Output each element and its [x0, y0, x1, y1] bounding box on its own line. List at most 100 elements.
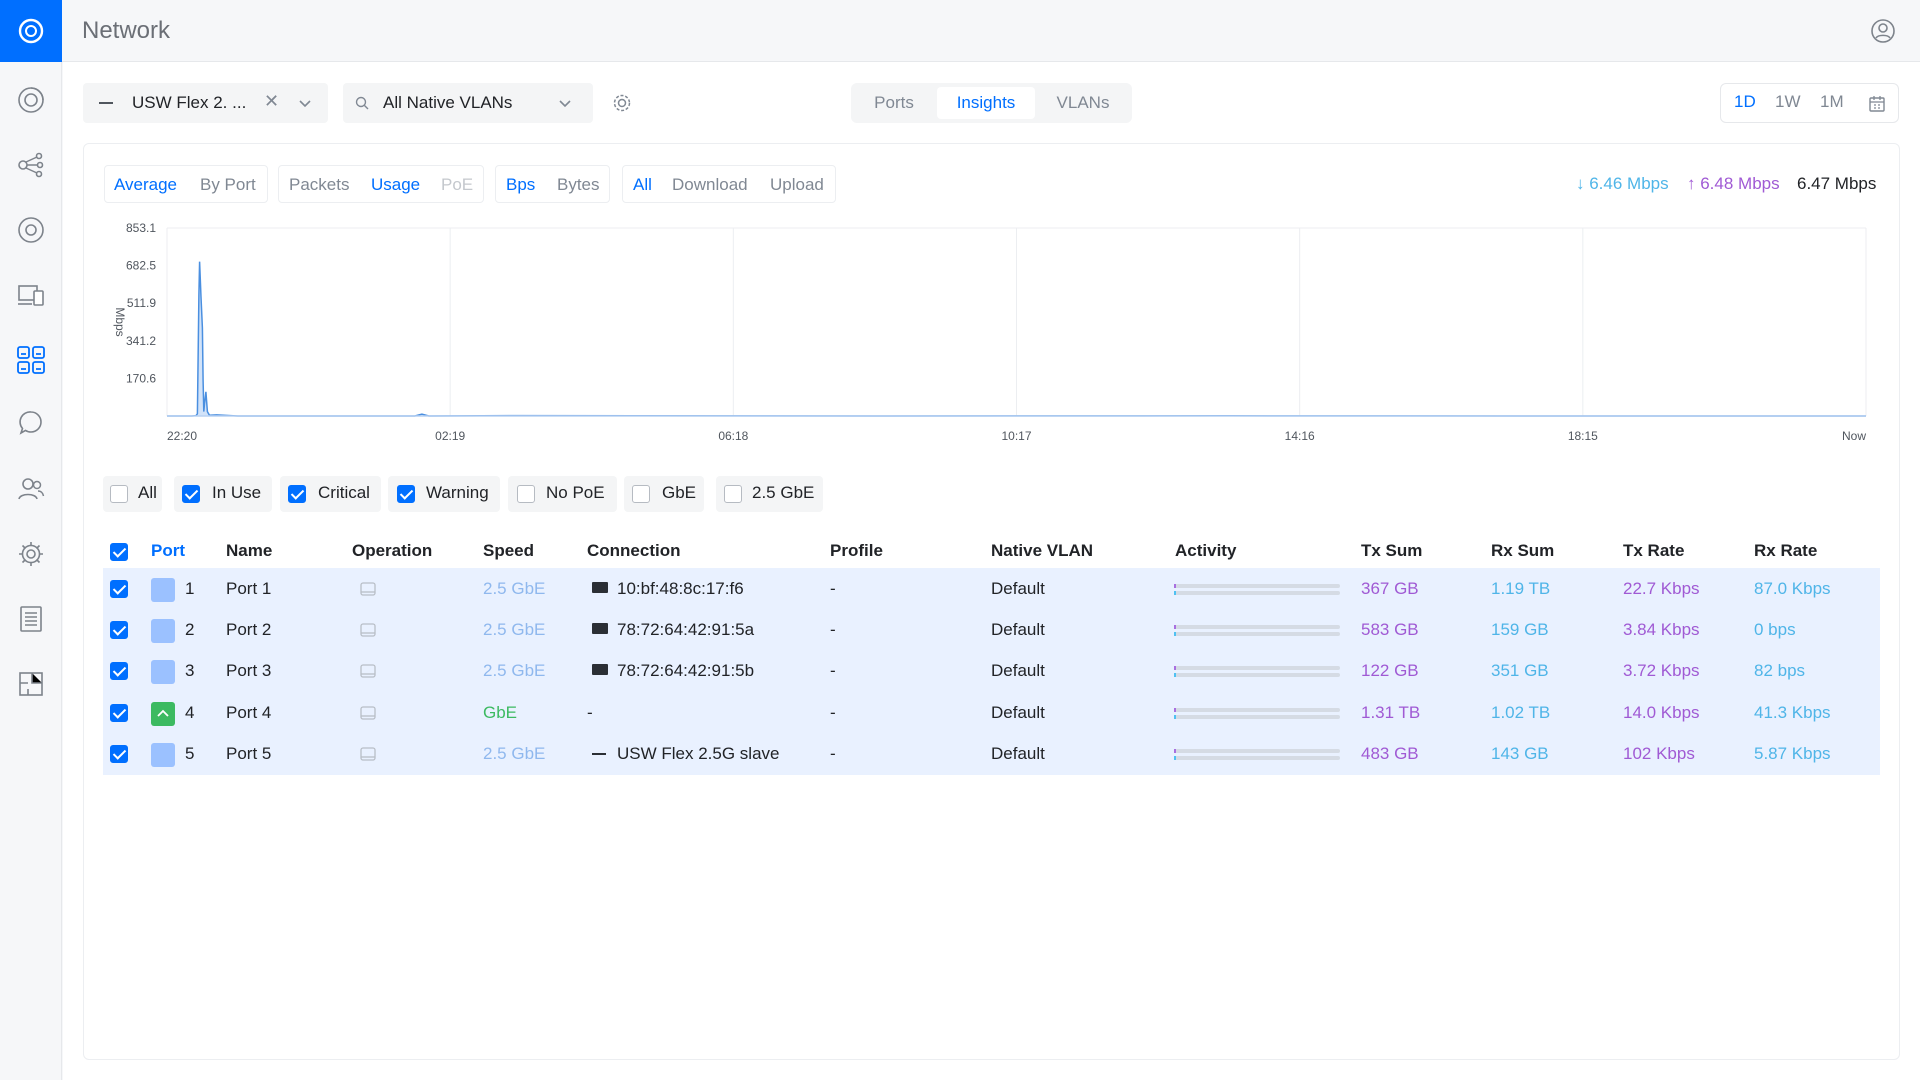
device-select[interactable]: USW Flex 2. ... ✕	[83, 83, 328, 123]
select-all-checkbox[interactable]	[110, 543, 128, 561]
filter-critical[interactable]: Critical	[280, 476, 381, 512]
logs-icon[interactable]	[15, 603, 47, 635]
settings-icon[interactable]	[15, 538, 47, 570]
filter-no-poe[interactable]: No PoE	[508, 476, 617, 512]
ports-icon[interactable]	[15, 344, 47, 376]
y-tick-label: 682.5	[126, 259, 156, 273]
row-checkbox[interactable]	[110, 621, 128, 639]
table-row[interactable]: 1 Port 1 2.5 GbE 10:bf:48:8c:17:f6 - Default 3…	[103, 568, 1880, 610]
users-icon[interactable]	[15, 473, 47, 505]
vlan-select[interactable]: All Native VLANs	[343, 83, 593, 123]
unit-toggle: Bps Bytes	[495, 165, 610, 203]
column-port[interactable]: Port	[151, 541, 185, 561]
column-native-vlan[interactable]: Native VLAN	[991, 541, 1093, 561]
table-row[interactable]: 3 Port 3 2.5 GbE 78:72:64:42:91:5b - Default 1…	[103, 650, 1880, 692]
total-rate: 6.47 Mbps	[1797, 174, 1877, 193]
column-rx-sum[interactable]: Rx Sum	[1491, 541, 1554, 561]
clear-device-icon[interactable]: ✕	[264, 91, 279, 112]
row-checkbox[interactable]	[110, 704, 128, 722]
filter-all[interactable]: All	[103, 476, 162, 512]
port-number: 3	[185, 661, 195, 680]
range-1m[interactable]: 1M	[1820, 92, 1844, 112]
filter-all-checkbox[interactable]	[110, 485, 128, 503]
toggle-by-port[interactable]: By Port	[200, 175, 256, 195]
y-axis-label: Mbps	[113, 307, 127, 336]
port-rx-sum: 1.19 TB	[1491, 579, 1551, 598]
row-checkbox[interactable]	[110, 662, 128, 680]
tab-vlans[interactable]: VLANs	[1039, 87, 1127, 119]
port-profile: -	[830, 661, 836, 680]
port-speed: 2.5 GbE	[483, 620, 546, 639]
port-number: 5	[185, 744, 195, 763]
gear-icon[interactable]	[610, 91, 634, 115]
filter-critical-checkbox[interactable]	[288, 485, 306, 503]
toggle-bps[interactable]: Bps	[506, 175, 535, 195]
activity-bar	[1174, 747, 1340, 761]
column-rx-rate[interactable]: Rx Rate	[1754, 541, 1817, 561]
y-tick-label: 170.6	[126, 371, 156, 385]
filter-gbe[interactable]: GbE	[624, 476, 704, 512]
toggle-average[interactable]: Average	[114, 175, 177, 195]
chevron-down-icon	[299, 100, 311, 108]
filter-in-use[interactable]: In Use	[174, 476, 272, 512]
filter-gbe-checkbox[interactable]	[632, 485, 650, 503]
view-tabs: Ports Insights VLANs	[851, 83, 1132, 123]
insights-icon[interactable]	[15, 408, 47, 440]
port-native-vlan: Default	[991, 579, 1045, 598]
column-activity[interactable]: Activity	[1175, 541, 1236, 561]
operation-icon	[360, 747, 376, 761]
column-speed[interactable]: Speed	[483, 541, 534, 561]
port-speed: GbE	[483, 703, 518, 722]
column-tx-sum[interactable]: Tx Sum	[1361, 541, 1422, 561]
row-checkbox[interactable]	[110, 580, 128, 598]
port-name: Port 3	[226, 661, 272, 680]
toggle-usage[interactable]: Usage	[371, 175, 420, 195]
column-name[interactable]: Name	[226, 541, 272, 561]
clients-icon[interactable]	[15, 279, 47, 311]
filter-warning-checkbox[interactable]	[397, 485, 415, 503]
filter-25gbe[interactable]: 2.5 GbE	[716, 476, 823, 512]
toggle-all[interactable]: All	[633, 175, 652, 195]
filter-warning[interactable]: Warning	[388, 476, 500, 512]
floorplan-icon[interactable]	[15, 668, 47, 700]
app-logo[interactable]	[0, 0, 62, 62]
tab-insights[interactable]: Insights	[937, 87, 1035, 119]
column-connection[interactable]: Connection	[587, 541, 681, 561]
sidebar	[0, 62, 62, 1080]
x-tick-label: 14:16	[1285, 429, 1315, 443]
column-operation[interactable]: Operation	[352, 541, 432, 561]
toggle-download[interactable]: Download	[672, 175, 748, 195]
port-connection[interactable]: 78:72:64:42:91:5a	[617, 620, 754, 640]
topology-icon[interactable]	[15, 149, 47, 181]
filter-25gbe-checkbox[interactable]	[724, 485, 742, 503]
table-row[interactable]: 2 Port 2 2.5 GbE 78:72:64:42:91:5a - Default 5…	[103, 609, 1880, 651]
filter-gbe-label: GbE	[662, 483, 697, 502]
port-rx-rate: 5.87 Kbps	[1754, 744, 1831, 763]
range-1d[interactable]: 1D	[1734, 92, 1756, 112]
row-checkbox[interactable]	[110, 745, 128, 763]
port-rx-sum: 1.02 TB	[1491, 703, 1551, 722]
column-tx-rate[interactable]: Tx Rate	[1623, 541, 1684, 561]
filter-no-poe-checkbox[interactable]	[517, 485, 535, 503]
usage-chart: 853.1 682.5 511.9 341.2 170.6 Mbps 22:20 02:19 0…	[113, 221, 1867, 443]
port-profile: -	[830, 744, 836, 763]
port-name: Port 5	[226, 744, 272, 763]
toggle-poe[interactable]: PoE	[441, 175, 473, 195]
tab-ports[interactable]: Ports	[855, 87, 933, 119]
column-profile[interactable]: Profile	[830, 541, 883, 561]
table-row[interactable]: 4 Port 4 GbE - - Default 1.31 TB 1.02 TB 14.0 Kb…	[103, 692, 1880, 734]
port-connection[interactable]: 10:bf:48:8c:17:f6	[617, 579, 744, 599]
devices-icon[interactable]	[15, 214, 47, 246]
calendar-icon[interactable]	[1868, 95, 1886, 113]
user-account-icon[interactable]	[1870, 18, 1896, 44]
toggle-packets[interactable]: Packets	[289, 175, 349, 195]
port-connection[interactable]: USW Flex 2.5G slave	[617, 744, 780, 764]
port-rx-sum: 351 GB	[1491, 661, 1549, 680]
filter-in-use-checkbox[interactable]	[182, 485, 200, 503]
range-1w[interactable]: 1W	[1775, 92, 1801, 112]
toggle-bytes[interactable]: Bytes	[557, 175, 600, 195]
table-row[interactable]: 5 Port 5 2.5 GbE USW Flex 2.5G slave - Defaul…	[103, 733, 1880, 775]
dashboard-icon[interactable]	[15, 84, 47, 116]
port-connection[interactable]: 78:72:64:42:91:5b	[617, 661, 754, 681]
toggle-upload[interactable]: Upload	[770, 175, 824, 195]
